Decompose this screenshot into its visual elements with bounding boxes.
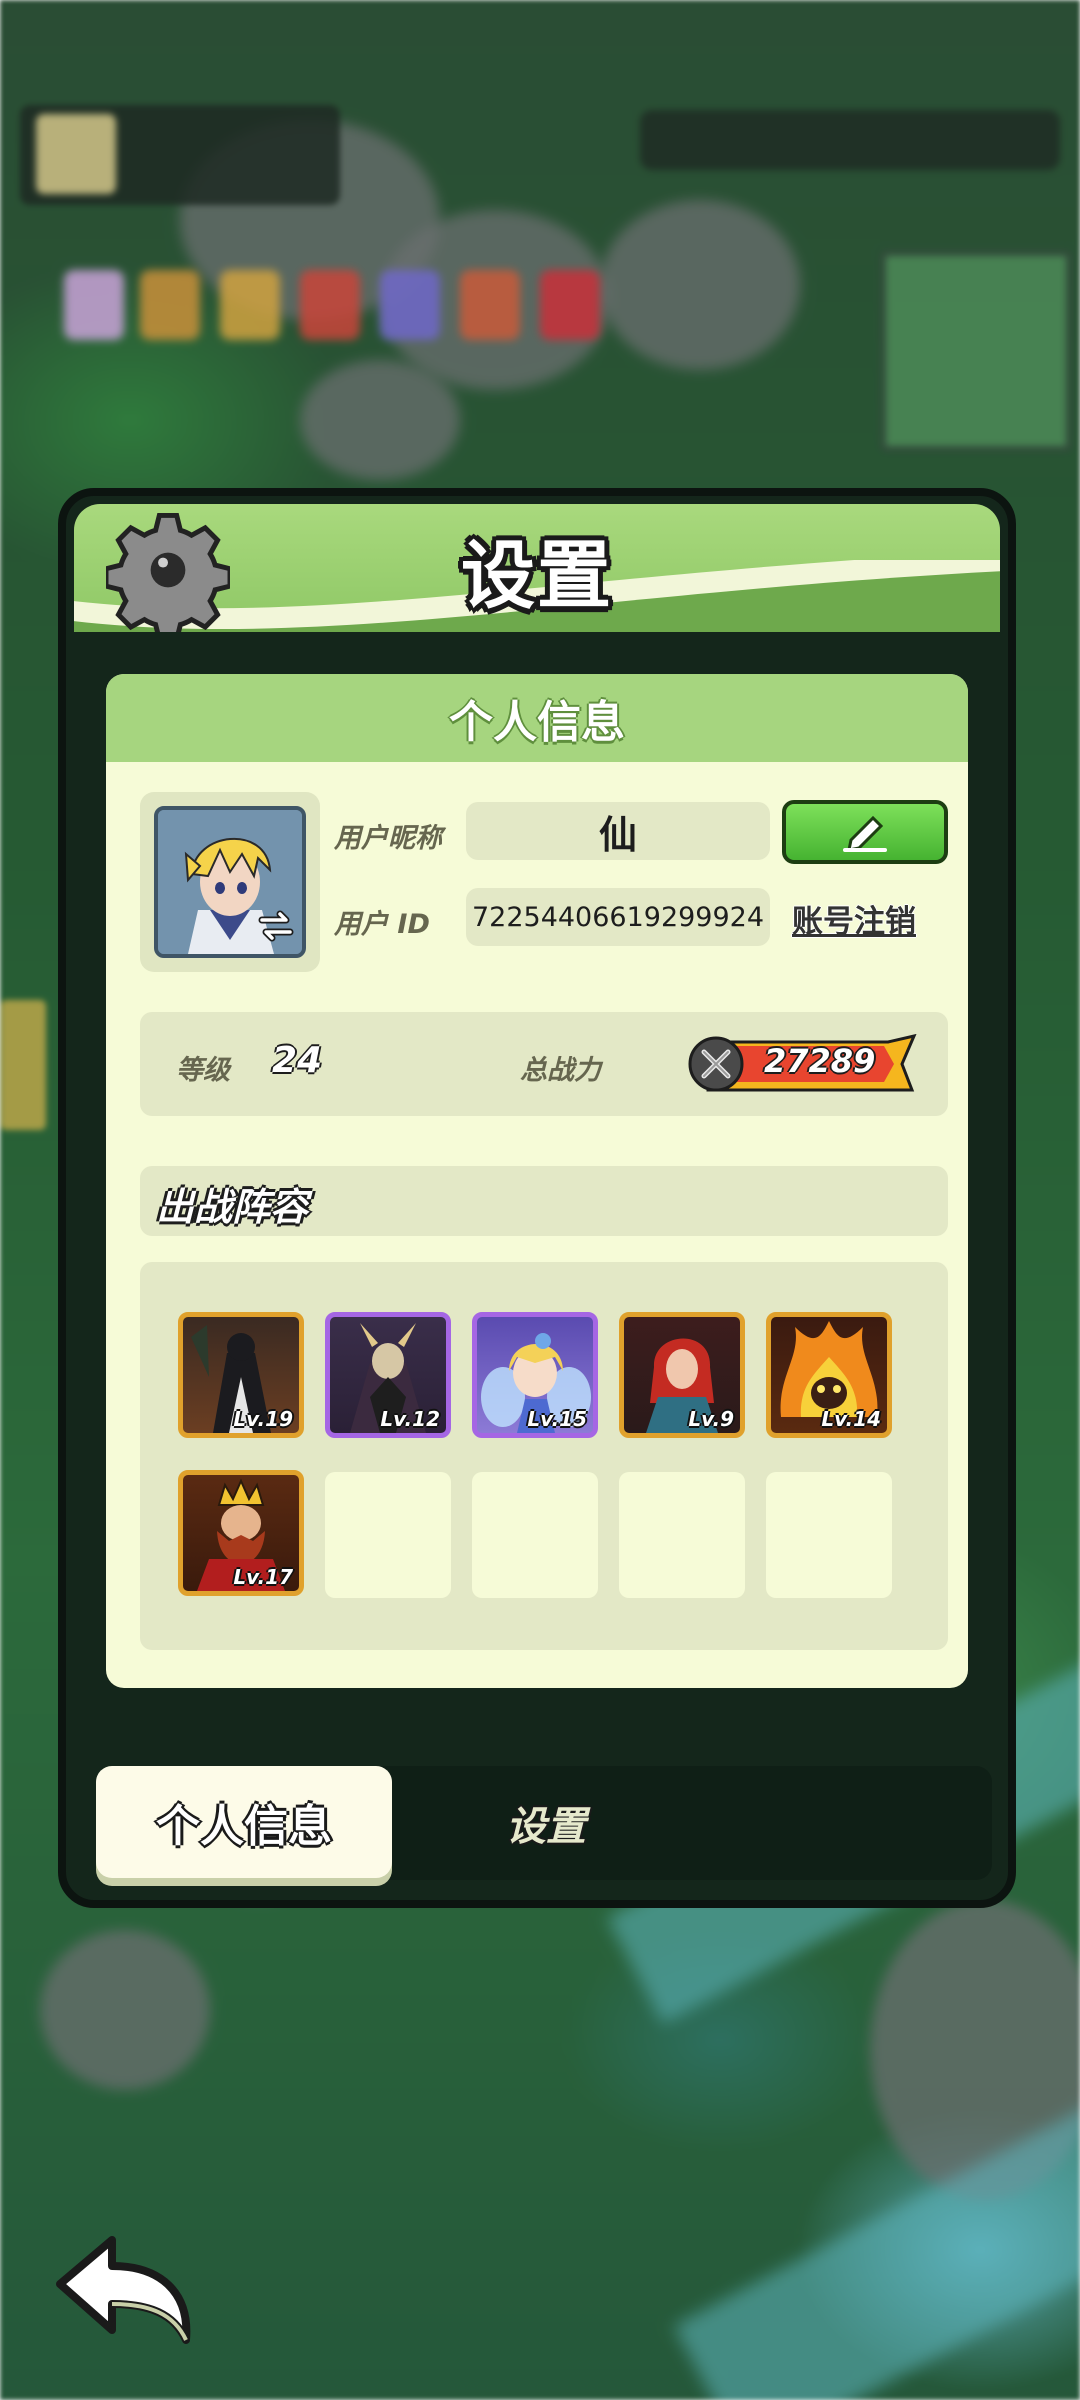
hero-level: Lv.9 <box>688 1407 734 1431</box>
lineup-header: 出战阵容 <box>140 1166 948 1236</box>
panel-title: 个人信息 <box>449 697 625 748</box>
profile-panel: 个人信息 用户昵称 仙 用户 ID 72254406619299924 账号注销… <box>106 674 968 1688</box>
power-value: 27289 <box>764 1042 876 1080</box>
hero-slot[interactable]: Lv.19 <box>178 1312 304 1438</box>
hero-level: Lv.15 <box>527 1407 587 1431</box>
cancel-account-link[interactable]: 账号注销 <box>792 896 916 941</box>
swap-arrows-icon[interactable] <box>256 906 296 946</box>
stats-row: 等级 24 总战力 27289 <box>140 1012 948 1116</box>
avatar-frame[interactable] <box>140 792 320 972</box>
hero-level: Lv.17 <box>233 1565 293 1589</box>
hero-slot[interactable]: Lv.12 <box>325 1312 451 1438</box>
panel-header: 个人信息 <box>106 674 968 762</box>
tab-profile[interactable]: 个人信息 <box>96 1766 392 1878</box>
edit-nickname-button[interactable] <box>782 800 948 864</box>
empty-hero-slot[interactable] <box>472 1472 598 1598</box>
empty-hero-slot[interactable] <box>766 1472 892 1598</box>
empty-hero-slot[interactable] <box>325 1472 451 1598</box>
settings-dialog: 设置 个人信息 用户昵称 仙 用户 ID 72254406619299924 账… <box>58 488 1016 1908</box>
tab-settings-label: 设置 <box>506 1804 586 1850</box>
hero-level: Lv.12 <box>380 1407 440 1431</box>
empty-hero-slot[interactable] <box>619 1472 745 1598</box>
back-arrow-icon[interactable] <box>50 2230 200 2350</box>
hero-slot[interactable]: Lv.15 <box>472 1312 598 1438</box>
hero-slot[interactable]: Lv.14 <box>766 1312 892 1438</box>
avatar[interactable] <box>154 806 306 958</box>
power-label: 总战力 <box>520 1055 601 1086</box>
tab-profile-label: 个人信息 <box>156 1801 332 1852</box>
hero-slot[interactable]: Lv.17 <box>178 1470 304 1596</box>
bottom-tab-bar: 个人信息 设置 <box>96 1766 992 1880</box>
level-label: 等级 <box>176 1055 230 1086</box>
hero-level: Lv.14 <box>821 1407 881 1431</box>
level-value: 24 <box>272 1040 323 1081</box>
hero-level: Lv.19 <box>233 1407 293 1431</box>
dialog-title: 设置 <box>461 533 613 619</box>
hero-slot[interactable]: Lv.9 <box>619 1312 745 1438</box>
nickname-label: 用户昵称 <box>334 823 442 854</box>
user-id-field: 72254406619299924 <box>466 888 770 946</box>
crossed-swords-icon <box>701 1049 731 1079</box>
lineup-grid: Lv.19 Lv.12 Lv.15 Lv.9 Lv.14 Lv.17 <box>140 1262 948 1650</box>
dialog-header: 设置 <box>74 504 1000 632</box>
nickname-field: 仙 <box>466 802 770 860</box>
lineup-title: 出战阵容 <box>156 1185 309 1229</box>
pencil-icon <box>843 815 887 852</box>
tab-settings[interactable]: 设置 <box>506 1794 586 1852</box>
user-id-label: 用户 ID <box>334 909 430 940</box>
